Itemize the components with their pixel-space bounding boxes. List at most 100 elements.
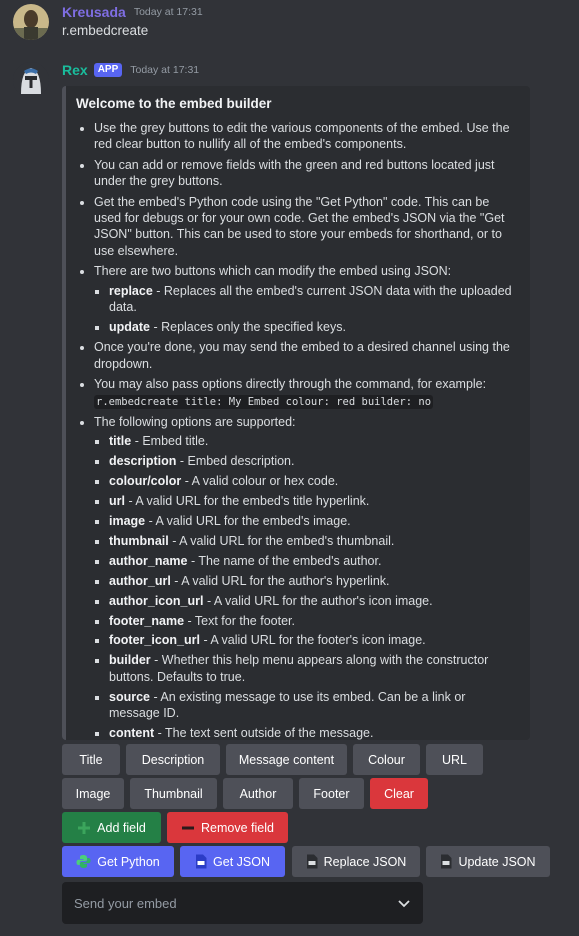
- options-list: title - Embed title. description - Embed …: [94, 433, 518, 741]
- option-description: - A valid URL for the author's icon imag…: [203, 593, 433, 608]
- option-description: - Replaces all the embed's current JSON …: [109, 283, 512, 315]
- avatar[interactable]: [13, 4, 49, 40]
- option-description: - The name of the embed's author.: [187, 553, 382, 568]
- option-description: - A valid URL for the embed's thumbnail.: [168, 533, 395, 548]
- button-label: Description: [141, 752, 205, 767]
- list-item: footer_icon_url - A valid URL for the fo…: [109, 632, 518, 648]
- option-description: - Text for the footer.: [184, 613, 295, 628]
- option-description: - A valid URL for the embed's title hype…: [124, 494, 370, 509]
- button-label: Image: [75, 786, 111, 801]
- list-item: You may also pass options directly throu…: [94, 376, 518, 410]
- list-item: Once you're done, you may send the embed…: [94, 339, 518, 372]
- option-description: - The text sent outside of the message.: [154, 726, 374, 740]
- timestamp: Today at 17:31: [133, 6, 203, 18]
- example-command-code: r.embedcreate title: My Embed colour: re…: [94, 394, 434, 409]
- button-label: Clear: [384, 786, 414, 801]
- list-item: title - Embed title.: [109, 433, 518, 449]
- option-description: - Embed description.: [176, 454, 295, 469]
- option-key: image: [109, 514, 146, 529]
- get-python-button[interactable]: Get Python: [62, 846, 174, 877]
- option-description: - Replaces only the specified keys.: [149, 319, 346, 334]
- image-button[interactable]: Image: [62, 778, 124, 809]
- option-key: source: [109, 689, 150, 704]
- list-item: Use the grey buttons to edit the various…: [94, 120, 518, 153]
- embed-title: Welcome to the embed builder: [76, 96, 272, 111]
- option-key: footer_icon_url: [109, 633, 200, 648]
- list-item: update - Replaces only the specified key…: [109, 319, 518, 335]
- list-item: footer_name - Text for the footer.: [109, 613, 518, 629]
- list-item: description - Embed description.: [109, 453, 518, 469]
- description-button[interactable]: Description: [126, 744, 220, 775]
- python-logo-icon: [76, 854, 91, 869]
- minus-icon: [181, 821, 195, 835]
- button-label: Author: [239, 786, 277, 801]
- button-label: Update JSON: [458, 854, 536, 869]
- list-item: Get the embed's Python code using the "G…: [94, 194, 518, 260]
- list-item: builder - Whether this help menu appears…: [109, 652, 518, 685]
- option-description: - A valid URL for the embed's image.: [145, 514, 351, 529]
- url-button[interactable]: URL: [426, 744, 483, 775]
- list-item: url - A valid URL for the embed's title …: [109, 493, 518, 509]
- replace-json-button[interactable]: Replace JSON: [292, 846, 420, 877]
- list-item: You can add or remove fields with the gr…: [94, 157, 518, 190]
- option-key: url: [109, 494, 125, 509]
- get-json-button[interactable]: Get JSON: [180, 846, 285, 877]
- title-button[interactable]: Title: [62, 744, 120, 775]
- list-item: author_name - The name of the embed's au…: [109, 553, 518, 569]
- option-description: - A valid colour or hex code.: [181, 474, 339, 489]
- option-key: author_url: [109, 573, 171, 588]
- list-item: author_url - A valid URL for the author'…: [109, 573, 518, 589]
- thumbnail-button[interactable]: Thumbnail: [130, 778, 217, 809]
- update-json-button[interactable]: Update JSON: [426, 846, 550, 877]
- option-key: description: [109, 454, 177, 469]
- json-file-icon: [440, 854, 452, 869]
- send-embed-select[interactable]: Send your embed: [62, 882, 423, 924]
- option-description: - A valid URL for the footer's icon imag…: [200, 633, 426, 648]
- username[interactable]: Kreusada: [62, 4, 126, 20]
- option-key: thumbnail: [109, 533, 169, 548]
- json-file-icon: [306, 854, 318, 869]
- list-item-text: There are two buttons which can modify t…: [94, 264, 452, 279]
- option-key: update: [109, 319, 150, 334]
- option-key: content: [109, 726, 155, 740]
- list-item: author_icon_url - A valid URL for the au…: [109, 593, 518, 609]
- plus-icon: [77, 821, 91, 835]
- list-item: thumbnail - A valid URL for the embed's …: [109, 533, 518, 549]
- author-button[interactable]: Author: [223, 778, 293, 809]
- button-label: Get JSON: [213, 854, 270, 869]
- chevron-down-icon: [397, 896, 411, 910]
- list-item: The following options are supported: tit…: [94, 414, 518, 741]
- avatar[interactable]: [13, 62, 49, 98]
- embed: Welcome to the embed builder Use the gre…: [62, 86, 530, 740]
- embed-bullet-list: Use the grey buttons to edit the various…: [76, 120, 518, 741]
- option-key: title: [109, 434, 132, 449]
- remove-field-button[interactable]: Remove field: [167, 812, 288, 843]
- list-item-text: You may also pass options directly throu…: [94, 377, 487, 392]
- list-item: replace - Replaces all the embed's curre…: [109, 283, 518, 316]
- app-badge: APP: [93, 63, 123, 77]
- json-mode-list: replace - Replaces all the embed's curre…: [94, 283, 518, 336]
- clear-button[interactable]: Clear: [370, 778, 428, 809]
- footer-button[interactable]: Footer: [299, 778, 364, 809]
- option-key: replace: [109, 283, 153, 298]
- message-content-button[interactable]: Message content: [226, 744, 347, 775]
- option-key: author_icon_url: [109, 593, 204, 608]
- button-label: Footer: [313, 786, 350, 801]
- json-file-icon: [195, 854, 207, 869]
- list-item-text: The following options are supported:: [94, 415, 296, 429]
- add-field-button[interactable]: Add field: [62, 812, 161, 843]
- username[interactable]: Rex: [62, 62, 88, 78]
- list-item: image - A valid URL for the embed's imag…: [109, 513, 518, 529]
- button-label: Message content: [238, 752, 335, 767]
- message-content: r.embedcreate: [62, 23, 149, 38]
- option-key: colour/color: [109, 474, 182, 489]
- option-description: - Embed title.: [131, 434, 209, 449]
- option-description: - An existing message to use its embed. …: [109, 689, 466, 721]
- option-key: footer_name: [109, 613, 185, 628]
- button-label: Add field: [97, 820, 146, 835]
- colour-button[interactable]: Colour: [353, 744, 420, 775]
- option-description: - Whether this help menu appears along w…: [109, 653, 489, 684]
- button-label: Title: [79, 752, 103, 767]
- button-label: Get Python: [97, 854, 160, 869]
- option-key: builder: [109, 653, 151, 668]
